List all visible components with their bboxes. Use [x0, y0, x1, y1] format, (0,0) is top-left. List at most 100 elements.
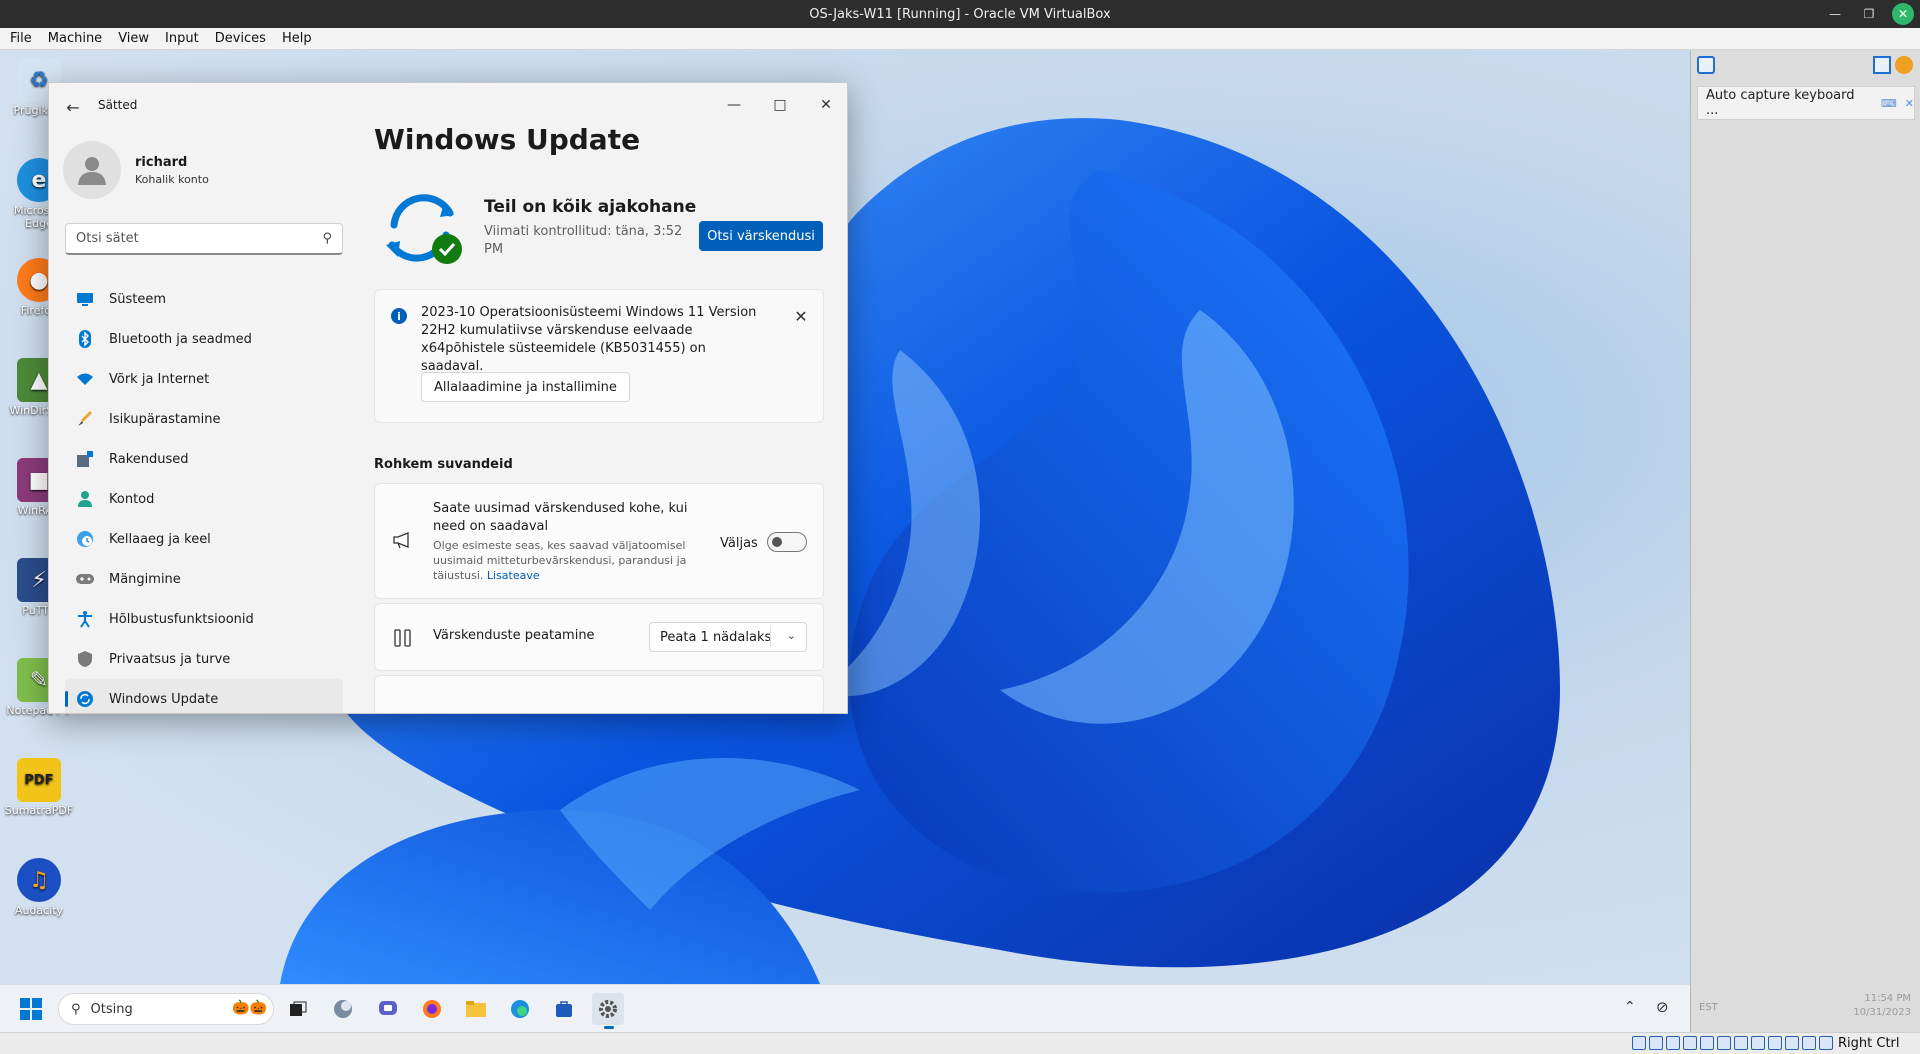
panel-layout-icon[interactable] [1873, 56, 1891, 74]
hard-disk-icon[interactable] [1632, 1036, 1646, 1050]
chat-icon[interactable] [372, 993, 404, 1025]
nav-item-network[interactable]: Võrk ja Internet [65, 359, 343, 399]
settings-app-title: Sätted [98, 98, 138, 112]
settings-nav: Süsteem Bluetooth ja seadmed Võrk ja Int… [65, 279, 343, 713]
info-icon: i [391, 308, 407, 324]
gamepad-icon [75, 569, 95, 589]
start-button[interactable] [20, 998, 42, 1020]
account-type: Kohalik konto [135, 172, 209, 186]
clock-time: 11:54 PM [1864, 993, 1911, 1004]
nav-item-gaming[interactable]: Mängimine [65, 559, 343, 599]
close-icon[interactable]: ✕ [1905, 97, 1914, 110]
desktop-icon-sumatrapdf[interactable]: PDF SumatraPDF [4, 758, 74, 817]
early-updates-description: Olge esimeste seas, kes saavad väljatoom… [433, 539, 687, 582]
settings-main: Windows Update Teil on kõik ajakohane Vi… [374, 83, 847, 713]
cpu-icon[interactable] [1768, 1036, 1782, 1050]
pause-duration-select[interactable]: Peata 1 nädalaks ⌄ [649, 622, 807, 652]
toggle-state-label: Väljas [720, 536, 758, 551]
host-minimize-button[interactable]: — [1824, 3, 1846, 25]
nav-item-accounts[interactable]: Kontod [65, 479, 343, 519]
last-checked: Viimati kontrollitud: täna, 3:52 PM [484, 224, 683, 257]
widgets-icon[interactable] [327, 993, 359, 1025]
megaphone-icon [391, 528, 415, 552]
bluetooth-icon [75, 329, 95, 349]
keyboard-layout-indicator: EST [1699, 1002, 1718, 1013]
nav-item-time-language[interactable]: Kellaaeg ja keel [65, 519, 343, 559]
audacity-icon: ♫ [17, 858, 61, 902]
settings-search-input[interactable] [76, 231, 323, 246]
nav-item-privacy[interactable]: Privaatsus ja turve [65, 639, 343, 679]
chevron-up-icon[interactable]: ⌃ [1624, 999, 1636, 1015]
nav-item-windows-update[interactable]: Windows Update [65, 679, 343, 713]
nav-item-apps[interactable]: Rakendused [65, 439, 343, 479]
host-key-label: Right Ctrl [1838, 1036, 1900, 1051]
network-icon[interactable] [1683, 1036, 1697, 1050]
globe-clock-icon [75, 529, 95, 549]
pause-duration-value: Peata 1 nädalaks [660, 629, 772, 645]
notice-close-icon[interactable]: ✕ [789, 304, 813, 328]
desktop-icon-audacity[interactable]: ♫ Audacity [4, 858, 74, 917]
check-for-updates-button[interactable]: Otsi värskendusi [699, 221, 823, 251]
settings-icon[interactable] [592, 993, 624, 1029]
menu-machine[interactable]: Machine [48, 31, 102, 46]
update-status: Teil on kõik ajakohane [484, 197, 697, 217]
update-icon [75, 689, 95, 709]
wifi-icon [75, 369, 95, 389]
firefox-icon[interactable] [416, 993, 448, 1025]
search-icon: ⚲ [71, 1001, 81, 1017]
taskbar: ⚲ Otsing 🎃🎃 ⌃ ⊘ [0, 984, 1690, 1032]
back-arrow-icon[interactable]: ← [61, 95, 85, 119]
globe-icon[interactable] [1802, 1036, 1816, 1050]
audio-icon[interactable] [1666, 1036, 1680, 1050]
vb-device-icons [1632, 1036, 1833, 1050]
early-updates-toggle[interactable] [767, 532, 807, 552]
windows-logo-tile [20, 998, 30, 1008]
keyboard-capture-icon[interactable] [1819, 1036, 1833, 1050]
host-window-title: OS-Jaks-W11 [Running] - Oracle VM Virtua… [809, 6, 1111, 22]
menu-file[interactable]: File [10, 31, 32, 46]
menu-input[interactable]: Input [165, 31, 199, 46]
update-notice-card: i 2023-10 Operatsioonisüsteemi Windows 1… [374, 289, 824, 423]
download-install-button[interactable]: Allalaadimine ja installimine [421, 372, 630, 402]
next-options-card-partial [374, 675, 824, 713]
notification-icon[interactable] [1697, 56, 1715, 74]
task-view-icon[interactable] [282, 993, 314, 1025]
taskbar-search[interactable]: ⚲ Otsing 🎃🎃 [58, 993, 274, 1025]
nav-item-bluetooth[interactable]: Bluetooth ja seadmed [65, 319, 343, 359]
pause-icon [391, 626, 415, 650]
user-name: richard [135, 154, 188, 170]
recording-icon[interactable] [1751, 1036, 1765, 1050]
auto-capture-keyboard-notice[interactable]: Auto capture keyboard ... ⌨ ✕ [1697, 86, 1915, 120]
pause-updates-card: Värskenduste peatamine Peata 1 nädalaks … [374, 603, 824, 671]
network-disconnected-icon[interactable]: ⊘ [1656, 998, 1669, 1016]
vb-panel-toolbar [1697, 56, 1917, 82]
search-icon[interactable]: ⚲ [322, 231, 332, 246]
nav-item-personalization[interactable]: Isikupärastamine [65, 399, 343, 439]
chevron-down-icon: ⌄ [786, 629, 796, 642]
host-close-button[interactable]: ✕ [1892, 3, 1914, 25]
mouse-integration-icon[interactable] [1785, 1036, 1799, 1050]
edge-icon[interactable] [504, 993, 536, 1025]
optical-drive-icon[interactable] [1649, 1036, 1663, 1050]
host-maximize-button[interactable]: ❐ [1858, 3, 1880, 25]
early-updates-title: Saate uusimad värskendused kohe, kui nee… [433, 501, 688, 534]
nav-item-accessibility[interactable]: Hõlbustusfunktsioonid [65, 599, 343, 639]
menu-help[interactable]: Help [282, 31, 312, 46]
keyboard-icon: ⌨ [1880, 96, 1897, 110]
display-icon[interactable] [1734, 1036, 1748, 1050]
menu-devices[interactable]: Devices [215, 31, 266, 46]
usb-icon[interactable] [1700, 1036, 1714, 1050]
settings-window: ← Sätted — □ ✕ richard Kohalik konto ⚲ [48, 82, 848, 714]
sumatrapdf-icon: PDF [17, 758, 61, 802]
panel-settings-icon[interactable] [1895, 56, 1913, 74]
learn-more-link[interactable]: Lisateave [487, 569, 540, 582]
shared-folders-icon[interactable] [1717, 1036, 1731, 1050]
store-icon[interactable] [548, 993, 580, 1025]
update-notice-text: 2023-10 Operatsioonisüsteemi Windows 11 … [421, 305, 757, 374]
menu-view[interactable]: View [118, 31, 149, 46]
file-explorer-icon[interactable] [460, 993, 492, 1025]
search-highlight-pumpkin-icon: 🎃🎃 [232, 1000, 267, 1016]
nav-item-system[interactable]: Süsteem [65, 279, 343, 319]
user-profile[interactable]: richard Kohalik konto [63, 141, 209, 199]
more-options-heading: Rohkem suvandeid [374, 457, 513, 472]
